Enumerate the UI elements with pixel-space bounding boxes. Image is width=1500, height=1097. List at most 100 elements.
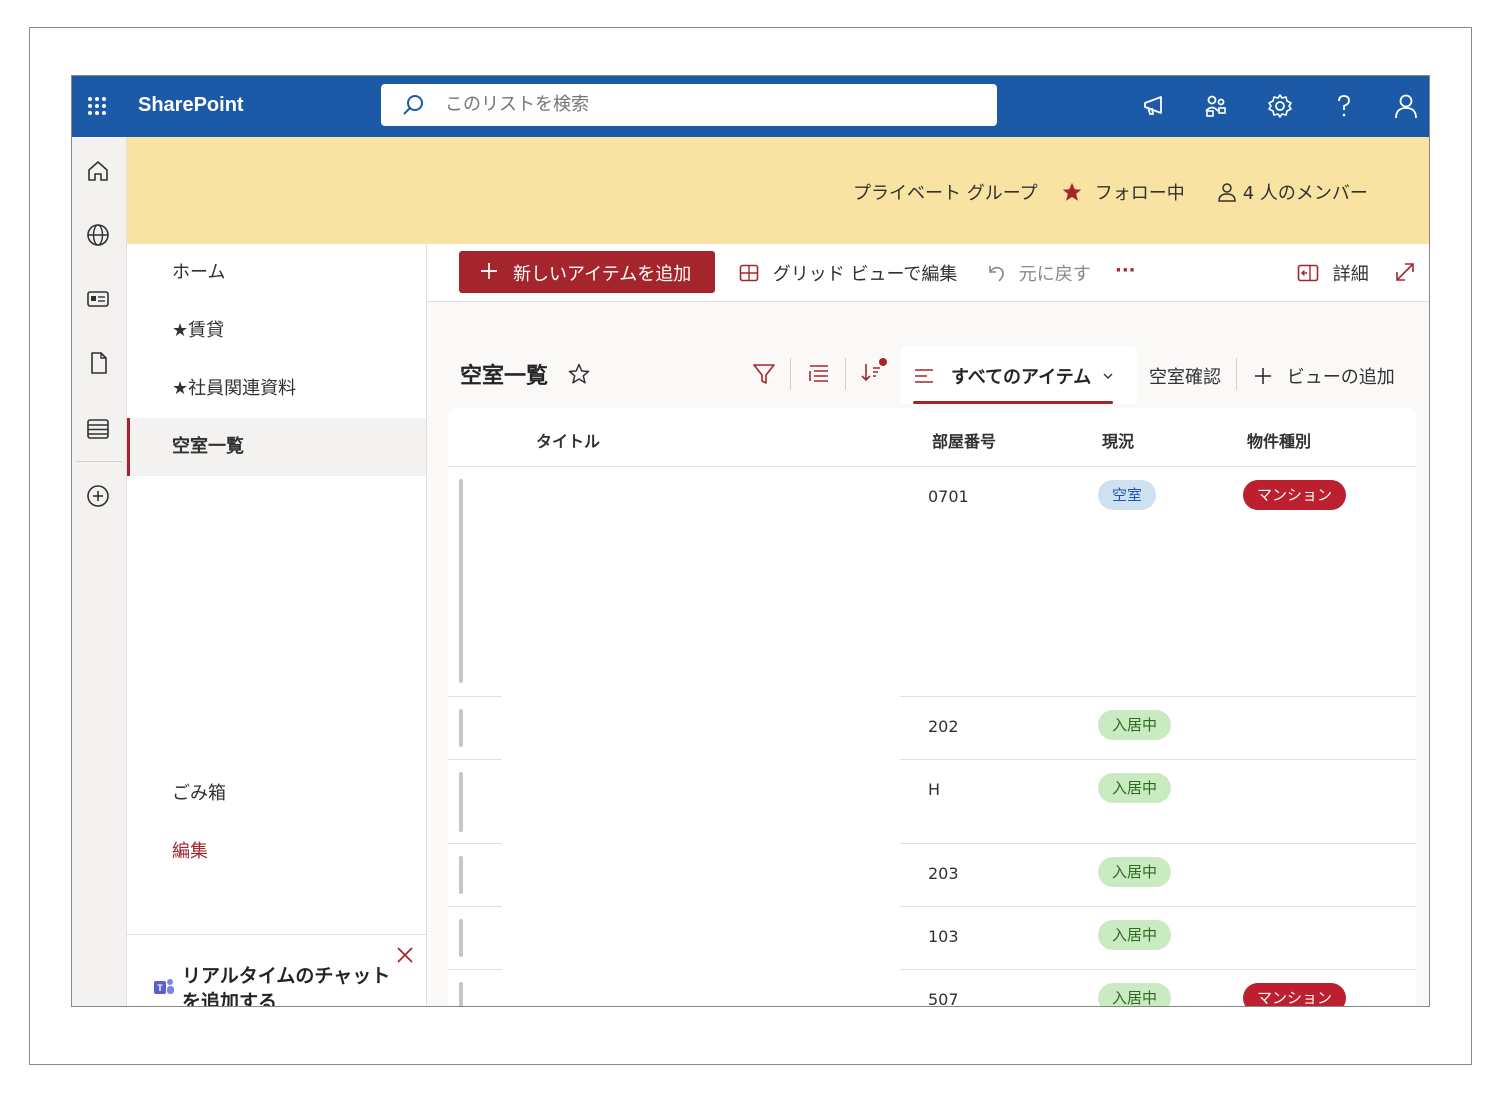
app-launcher-icon[interactable]	[82, 91, 112, 121]
more-actions-button[interactable]: ···	[1115, 260, 1136, 281]
site-navigation: ホーム ★賃貸 ★社員関連資料 空室一覧 ごみ箱 編集 T リアルタイムのチャッ…	[127, 244, 427, 1006]
details-pane-button[interactable]: 詳細	[1297, 260, 1369, 286]
search-input[interactable]	[445, 94, 965, 115]
status-badge: 入居中	[1098, 920, 1172, 950]
column-header-status[interactable]: 現況	[1102, 428, 1134, 452]
sort-icon[interactable]	[860, 356, 890, 386]
nav-item-vacancy-list[interactable]: 空室一覧	[127, 418, 426, 476]
search-box[interactable]	[381, 84, 997, 126]
toolbar-divider	[845, 358, 846, 390]
nav-item-home[interactable]: ホーム	[127, 244, 426, 302]
app-rail	[72, 137, 127, 1006]
filled-star-icon	[1062, 182, 1082, 201]
follow-label: フォロー中	[1094, 183, 1185, 204]
undo-icon	[989, 266, 1004, 282]
view-tab-vacancy-check[interactable]: 空室確認	[1149, 363, 1221, 389]
plus-icon	[1255, 368, 1271, 384]
new-item-button[interactable]: 新しいアイテムを追加	[459, 251, 715, 293]
privacy-label: プライベート グループ	[853, 183, 1038, 204]
follow-button[interactable]: フォロー中	[1061, 179, 1185, 205]
row-select-handle[interactable]	[459, 709, 463, 747]
favorite-star-icon[interactable]	[567, 362, 591, 386]
room-number-cell: 203	[928, 864, 959, 883]
list-table: タイトル 部屋番号 現況 物件種別 0701 空室 マンション 202 入居中	[448, 408, 1416, 1007]
document-icon[interactable]	[84, 349, 112, 377]
table-row[interactable]: 0701 空室 マンション	[448, 467, 1416, 697]
undo-button[interactable]: 元に戻す	[985, 260, 1091, 286]
table-header: タイトル 部屋番号 現況 物件種別	[448, 408, 1416, 467]
toolbar-divider	[1236, 358, 1237, 390]
members-button[interactable]: 4 人のメンバー	[1217, 179, 1368, 205]
settings-gear-icon[interactable]	[1266, 92, 1294, 120]
status-badge: 入居中	[1098, 983, 1172, 1006]
view-tab-label: すべてのアイテム	[951, 367, 1092, 388]
suite-bar: SharePoint	[72, 76, 1429, 137]
table-row[interactable]: H 入居中	[448, 760, 1416, 844]
room-number-cell: 0701	[928, 487, 969, 506]
svg-text:T: T	[157, 983, 163, 993]
new-item-label: 新しいアイテムを追加	[513, 264, 692, 285]
grid-edit-label: グリッド ビューで編集	[772, 264, 958, 285]
site-header: プライベート グループ フォロー中 4 人のメンバー	[127, 137, 1429, 244]
list-title: 空室一覧	[460, 364, 549, 389]
status-badge: 入居中	[1098, 857, 1172, 887]
row-select-handle[interactable]	[459, 772, 463, 832]
status-badge: 空室	[1098, 480, 1157, 510]
sharepoint-window: SharePoint このリストを検索 プライベート グループ フォロー中 4 …	[71, 75, 1430, 1007]
list-icon[interactable]	[84, 415, 112, 443]
toolbar-divider	[790, 358, 791, 390]
group-list-icon[interactable]	[807, 362, 831, 386]
grid-table-icon	[739, 264, 759, 282]
grid-edit-button[interactable]: グリッド ビューで編集	[739, 260, 957, 286]
globe-icon[interactable]	[84, 221, 112, 249]
home-icon[interactable]	[84, 157, 112, 185]
view-list-icon	[915, 369, 933, 383]
app-title[interactable]: SharePoint	[138, 94, 244, 117]
room-number-cell: 202	[928, 717, 959, 736]
row-select-handle[interactable]	[459, 479, 463, 683]
status-badge: 入居中	[1098, 773, 1172, 803]
filter-icon[interactable]	[752, 362, 776, 386]
view-tab-underline	[913, 401, 1113, 404]
add-view-button[interactable]: ビューの追加	[1253, 363, 1395, 389]
room-number-cell: 103	[928, 927, 959, 946]
table-row[interactable]: 203 入居中	[448, 844, 1416, 907]
view-tab-all-items[interactable]: すべてのアイテム	[901, 346, 1137, 404]
teams-promo: T リアルタイムのチャットを追加する	[127, 934, 426, 1006]
account-icon[interactable]	[1392, 92, 1420, 120]
teams-icon: T	[154, 979, 174, 994]
column-header-property-type[interactable]: 物件種別	[1247, 428, 1311, 452]
command-bar: 新しいアイテムを追加 グリッド ビューで編集 元に戻す ··· 詳細	[427, 244, 1429, 302]
nav-item-recycle-bin[interactable]: ごみ箱	[127, 765, 426, 823]
person-icon	[1218, 183, 1236, 202]
expand-icon[interactable]	[1393, 260, 1417, 284]
chevron-down-icon	[1103, 373, 1113, 379]
list-content: 空室一覧 すべてのアイテム 空室確認 ビューの追加 タイトル 部屋番号 現況 物…	[427, 302, 1429, 1007]
row-select-handle[interactable]	[459, 919, 463, 957]
plus-icon	[481, 263, 497, 279]
row-select-handle[interactable]	[459, 856, 463, 894]
create-add-icon[interactable]	[84, 482, 112, 510]
room-number-cell: H	[928, 780, 941, 799]
column-header-room-number[interactable]: 部屋番号	[932, 428, 996, 452]
megaphone-icon[interactable]	[1140, 92, 1168, 120]
row-select-handle[interactable]	[459, 982, 463, 1006]
details-label: 詳細	[1332, 264, 1369, 285]
members-label: 4 人のメンバー	[1242, 183, 1368, 204]
help-icon[interactable]	[1330, 92, 1358, 120]
nav-item-employee-docs[interactable]: ★社員関連資料	[127, 360, 426, 418]
table-row[interactable]: 507 入居中 マンション	[448, 970, 1416, 1007]
close-icon[interactable]	[395, 945, 415, 965]
search-icon	[403, 95, 423, 115]
table-row[interactable]: 103 入居中	[448, 907, 1416, 970]
nav-edit-link[interactable]: 編集	[127, 823, 426, 881]
people-network-icon[interactable]	[1202, 92, 1230, 120]
add-view-label: ビューの追加	[1286, 367, 1395, 388]
room-number-cell: 507	[928, 990, 959, 1007]
news-icon[interactable]	[84, 285, 112, 313]
teams-promo-text[interactable]: リアルタイムのチャットを追加する	[182, 963, 392, 1006]
property-type-badge: マンション	[1243, 480, 1347, 510]
nav-item-rental[interactable]: ★賃貸	[127, 302, 426, 360]
table-row[interactable]: 202 入居中	[448, 697, 1416, 760]
column-header-title[interactable]: タイトル	[536, 428, 600, 452]
